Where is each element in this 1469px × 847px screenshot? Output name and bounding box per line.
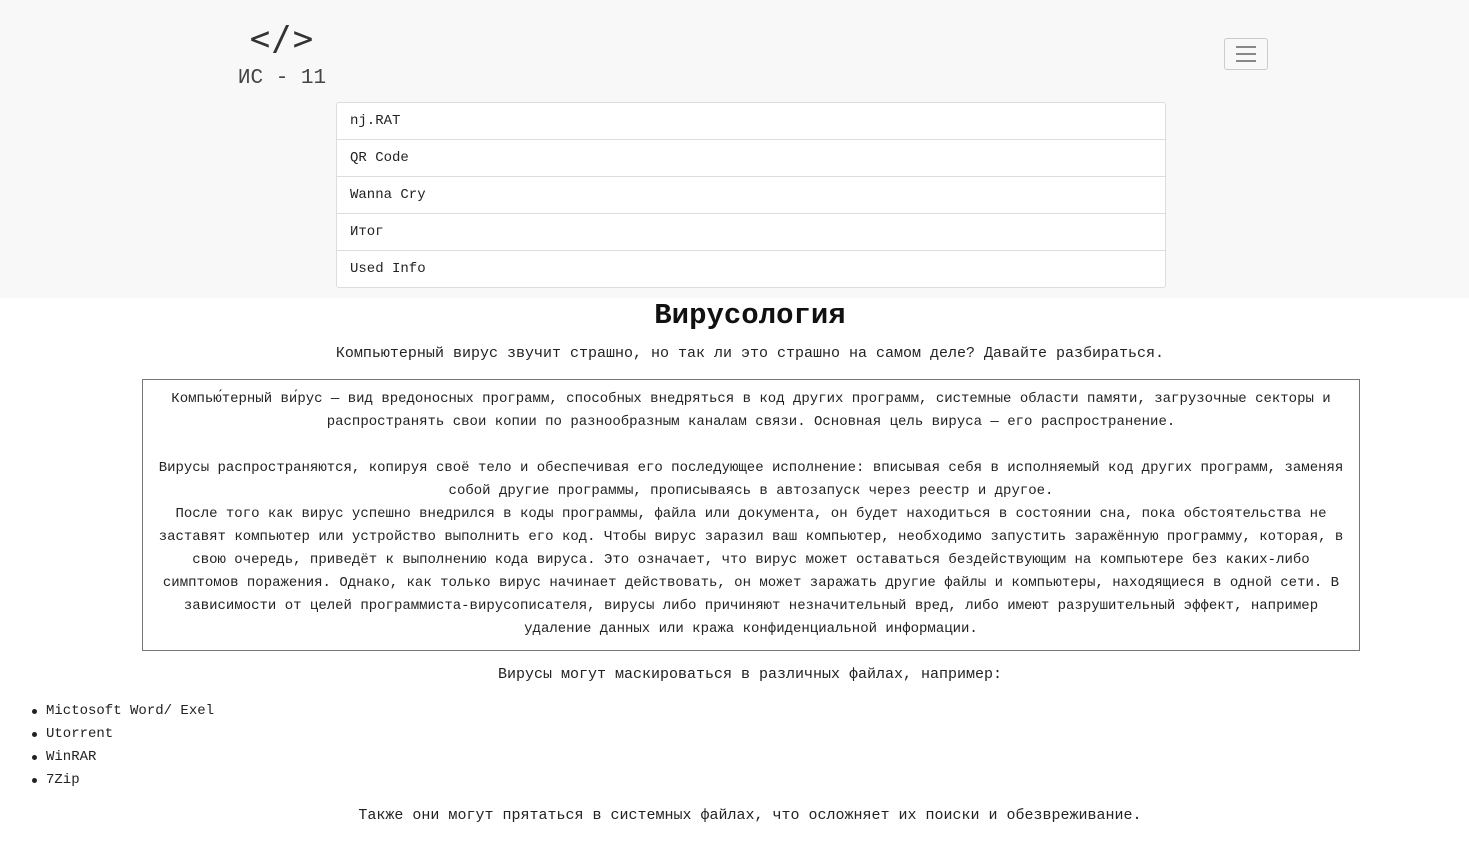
logo-text: ИС - 11 xyxy=(237,67,327,90)
page-title: Вирусология xyxy=(654,299,846,332)
info-box: Компью́терный ви́рус — вид вредоносных п… xyxy=(142,379,1360,651)
info-paragraph: Компью́терный ви́рус — вид вредоносных п… xyxy=(171,391,1331,430)
main-content: Вирусология Компьютерный вирус звучит ст… xyxy=(0,298,1469,847)
nav-item-used-info[interactable]: Used Info xyxy=(336,250,1166,288)
outro-text: Также они могут прятаться в системных фа… xyxy=(358,807,1142,824)
site-header: </> ИС - 11 nj.RAT QR Code Wanna Cry Ито… xyxy=(0,0,1469,298)
info-paragraph: После того как вирус успешно внедрился в… xyxy=(158,506,1344,637)
hamburger-icon-bar xyxy=(1236,60,1256,62)
hamburger-icon-bar xyxy=(1236,53,1256,55)
menu-toggle-button[interactable] xyxy=(1224,38,1268,70)
file-list: Mictosoft Word/ Exel Utorrent WinRAR 7Zi… xyxy=(31,700,214,792)
nav-item-njrat[interactable]: nj.RAT xyxy=(336,102,1166,140)
nav-item-wanna-cry[interactable]: Wanna Cry xyxy=(336,176,1166,214)
nav-menu: nj.RAT QR Code Wanna Cry Итог Used Info xyxy=(336,102,1166,288)
list-item: Mictosoft Word/ Exel xyxy=(31,700,214,723)
hamburger-icon-bar xyxy=(1236,46,1256,48)
logo[interactable]: </> ИС - 11 xyxy=(232,14,332,94)
intro-text: Компьютерный вирус звучит страшно, но та… xyxy=(335,345,1165,362)
list-item: WinRAR xyxy=(31,746,214,769)
list-item: 7Zip xyxy=(31,769,214,792)
mask-text: Вирусы могут маскироваться в различных ф… xyxy=(497,666,1003,683)
code-icon: </> xyxy=(249,19,315,59)
nav-item-summary[interactable]: Итог xyxy=(336,213,1166,251)
nav-item-qr-code[interactable]: QR Code xyxy=(336,139,1166,177)
list-item: Utorrent xyxy=(31,723,214,746)
info-paragraph: Вирусы распространяются, копируя своё те… xyxy=(158,460,1344,499)
